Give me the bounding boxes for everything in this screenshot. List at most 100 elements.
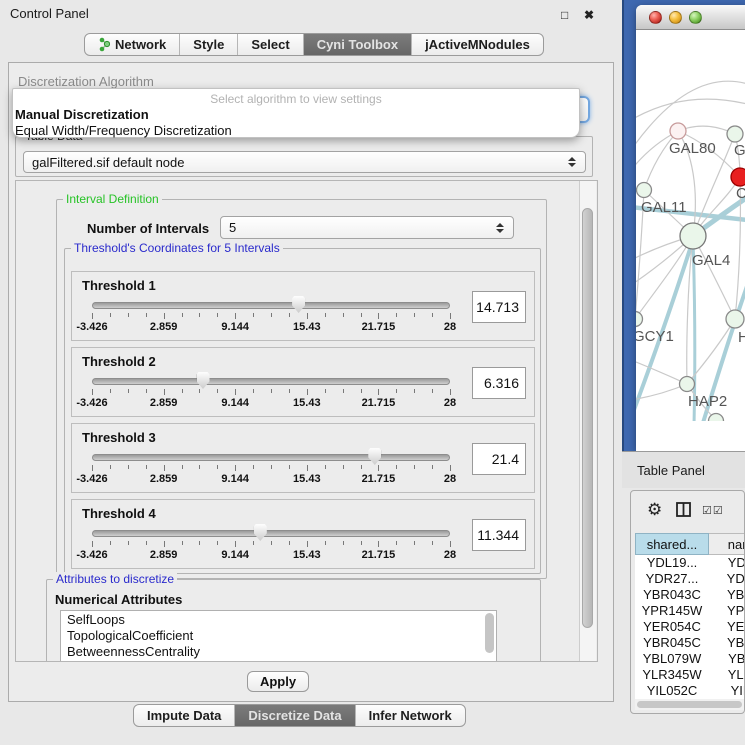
slider-tick	[396, 541, 397, 545]
network-node-gcy1[interactable]	[636, 312, 643, 327]
cell-name[interactable]: YIL0	[709, 683, 745, 699]
table-row[interactable]: YPR145WYPR1	[635, 603, 745, 619]
network-node-gal11[interactable]	[637, 183, 652, 198]
number-of-intervals-combo[interactable]: 5	[220, 216, 514, 239]
float-window-icon[interactable]: □	[561, 8, 568, 22]
control-panel-titlebar: Control Panel □ ✖	[0, 0, 622, 26]
table-row[interactable]: YIL052CYIL0	[635, 683, 745, 699]
attribute-list-item[interactable]: TopologicalCoefficient	[61, 627, 496, 643]
network-node-ga[interactable]	[727, 126, 743, 142]
slider-tick	[450, 465, 451, 471]
slider-tick-label: 9.144	[221, 321, 249, 333]
slider-tick	[289, 389, 290, 393]
bottom-tab-impute-data[interactable]: Impute Data	[134, 705, 235, 726]
number-of-intervals-label: Number of Intervals	[87, 221, 209, 236]
slider-tick-label: -3.426	[76, 549, 107, 561]
threshold-slider-track[interactable]	[92, 302, 450, 309]
gear-icon[interactable]: ⚙	[647, 500, 662, 520]
table-row[interactable]: YBR043CYBR0	[635, 587, 745, 603]
zoom-traffic-light-icon[interactable]	[689, 11, 702, 24]
cell-shared-name[interactable]: YLR345W	[635, 667, 709, 683]
cell-name[interactable]: YBR0	[709, 635, 745, 651]
settings-scrollbar-track[interactable]	[579, 181, 596, 661]
table-hscrollbar[interactable]	[635, 699, 745, 710]
cell-shared-name[interactable]: YDL19...	[635, 555, 709, 571]
threshold-value-field[interactable]: 11.344	[472, 519, 526, 551]
settings-scrollbar-thumb[interactable]	[582, 208, 593, 628]
attributes-list-scrollbar[interactable]	[485, 613, 494, 653]
algorithm-option-equal-width[interactable]: Equal Width/Frequency Discretization	[13, 122, 579, 138]
tab-select[interactable]: Select	[238, 34, 303, 55]
cell-shared-name[interactable]: YBR045C	[635, 635, 709, 651]
columns-icon[interactable]	[676, 502, 692, 518]
select-columns-check-icons[interactable]: ☑☑	[702, 504, 724, 517]
table-row[interactable]: YDR27...YDR2	[635, 571, 745, 587]
apply-button[interactable]: Apply	[247, 671, 309, 692]
slider-tick	[396, 465, 397, 469]
threshold-slider-thumb[interactable]	[254, 524, 267, 541]
table-row[interactable]: YER054CYER0	[635, 619, 745, 635]
network-window-titlebar[interactable]	[636, 5, 745, 30]
cell-shared-name[interactable]: YBL079W	[635, 651, 709, 667]
table-data-combo[interactable]: galFiltered.sif default node	[23, 151, 586, 173]
close-traffic-light-icon[interactable]	[649, 11, 662, 24]
table-row[interactable]: YBR045CYBR0	[635, 635, 745, 651]
network-node-gal80[interactable]	[670, 123, 686, 139]
table-row[interactable]: YDL19...YDL1	[635, 555, 745, 571]
threshold-slider-track[interactable]	[92, 378, 450, 385]
tab-jactivemnodules[interactable]: jActiveMNodules	[412, 34, 543, 55]
slider-tick	[307, 541, 308, 547]
network-node-hap2[interactable]	[680, 377, 695, 392]
slider-tick	[92, 313, 93, 319]
slider-tick	[378, 313, 379, 319]
attribute-list-item[interactable]: SelfLoops	[61, 611, 496, 627]
cell-name[interactable]: YDR2	[709, 571, 745, 587]
slider-tick	[450, 541, 451, 547]
threshold-slider-thumb[interactable]	[368, 448, 381, 465]
algorithm-option-manual[interactable]: Manual Discretization	[13, 106, 579, 122]
slider-tick	[325, 465, 326, 469]
slider-tick	[325, 541, 326, 545]
table-hscrollbar-thumb[interactable]	[637, 701, 742, 708]
attribute-list-item[interactable]: BetweennessCentrality	[61, 643, 496, 659]
bottom-tab-discretize-data[interactable]: Discretize Data	[235, 705, 355, 726]
cell-shared-name[interactable]: YIL052C	[635, 683, 709, 699]
cell-shared-name[interactable]: YDR27...	[635, 571, 709, 587]
network-node-h[interactable]	[726, 310, 744, 328]
threshold-slider-thumb[interactable]	[292, 296, 305, 313]
node-table[interactable]: shared... name YDL19...YDL1YDR27...YDR2Y…	[635, 533, 745, 699]
cell-name[interactable]: YDL1	[709, 555, 745, 571]
close-window-icon[interactable]: ✖	[584, 8, 594, 22]
tab-cyni-toolbox[interactable]: Cyni Toolbox	[304, 34, 412, 55]
threshold-panel-1: Threshold 1-3.4262.8599.14415.4321.71528…	[71, 271, 535, 341]
threshold-value-field[interactable]: 14.713	[472, 291, 526, 323]
minimize-traffic-light-icon[interactable]	[669, 11, 682, 24]
cell-name[interactable]: YBL0	[709, 651, 745, 667]
network-canvas[interactable]: GAL80GACGAL11GAL4GCY1HHAP2	[636, 30, 745, 421]
cell-name[interactable]: YER0	[709, 619, 745, 635]
network-node-gal4[interactable]	[680, 223, 706, 249]
bottom-tab-infer-network[interactable]: Infer Network	[356, 705, 465, 726]
column-header-shared-name[interactable]: shared...	[635, 533, 709, 555]
table-row[interactable]: YLR345WYLR3	[635, 667, 745, 683]
cell-name[interactable]: YPR1	[709, 603, 745, 619]
threshold-slider-track[interactable]	[92, 454, 450, 461]
slider-tick	[271, 313, 272, 317]
threshold-value-field[interactable]: 6.316	[472, 367, 526, 399]
cell-name[interactable]: YBR0	[709, 587, 745, 603]
table-row[interactable]: YBL079WYBL0	[635, 651, 745, 667]
cell-shared-name[interactable]: YER054C	[635, 619, 709, 635]
numerical-attributes-list[interactable]: SelfLoopsTopologicalCoefficientBetweenne…	[60, 610, 497, 662]
tab-network[interactable]: Network	[85, 34, 180, 55]
slider-tick-label: 15.43	[293, 473, 321, 485]
cell-shared-name[interactable]: YPR145W	[635, 603, 709, 619]
slider-tick	[199, 541, 200, 545]
cell-name[interactable]: YLR3	[709, 667, 745, 683]
threshold-slider-track[interactable]	[92, 530, 450, 537]
network-node-c[interactable]	[731, 168, 745, 186]
column-header-name[interactable]: name	[709, 533, 745, 555]
threshold-slider-thumb[interactable]	[197, 372, 210, 389]
tab-style[interactable]: Style	[180, 34, 238, 55]
cell-shared-name[interactable]: YBR043C	[635, 587, 709, 603]
threshold-value-field[interactable]: 21.4	[472, 443, 526, 475]
